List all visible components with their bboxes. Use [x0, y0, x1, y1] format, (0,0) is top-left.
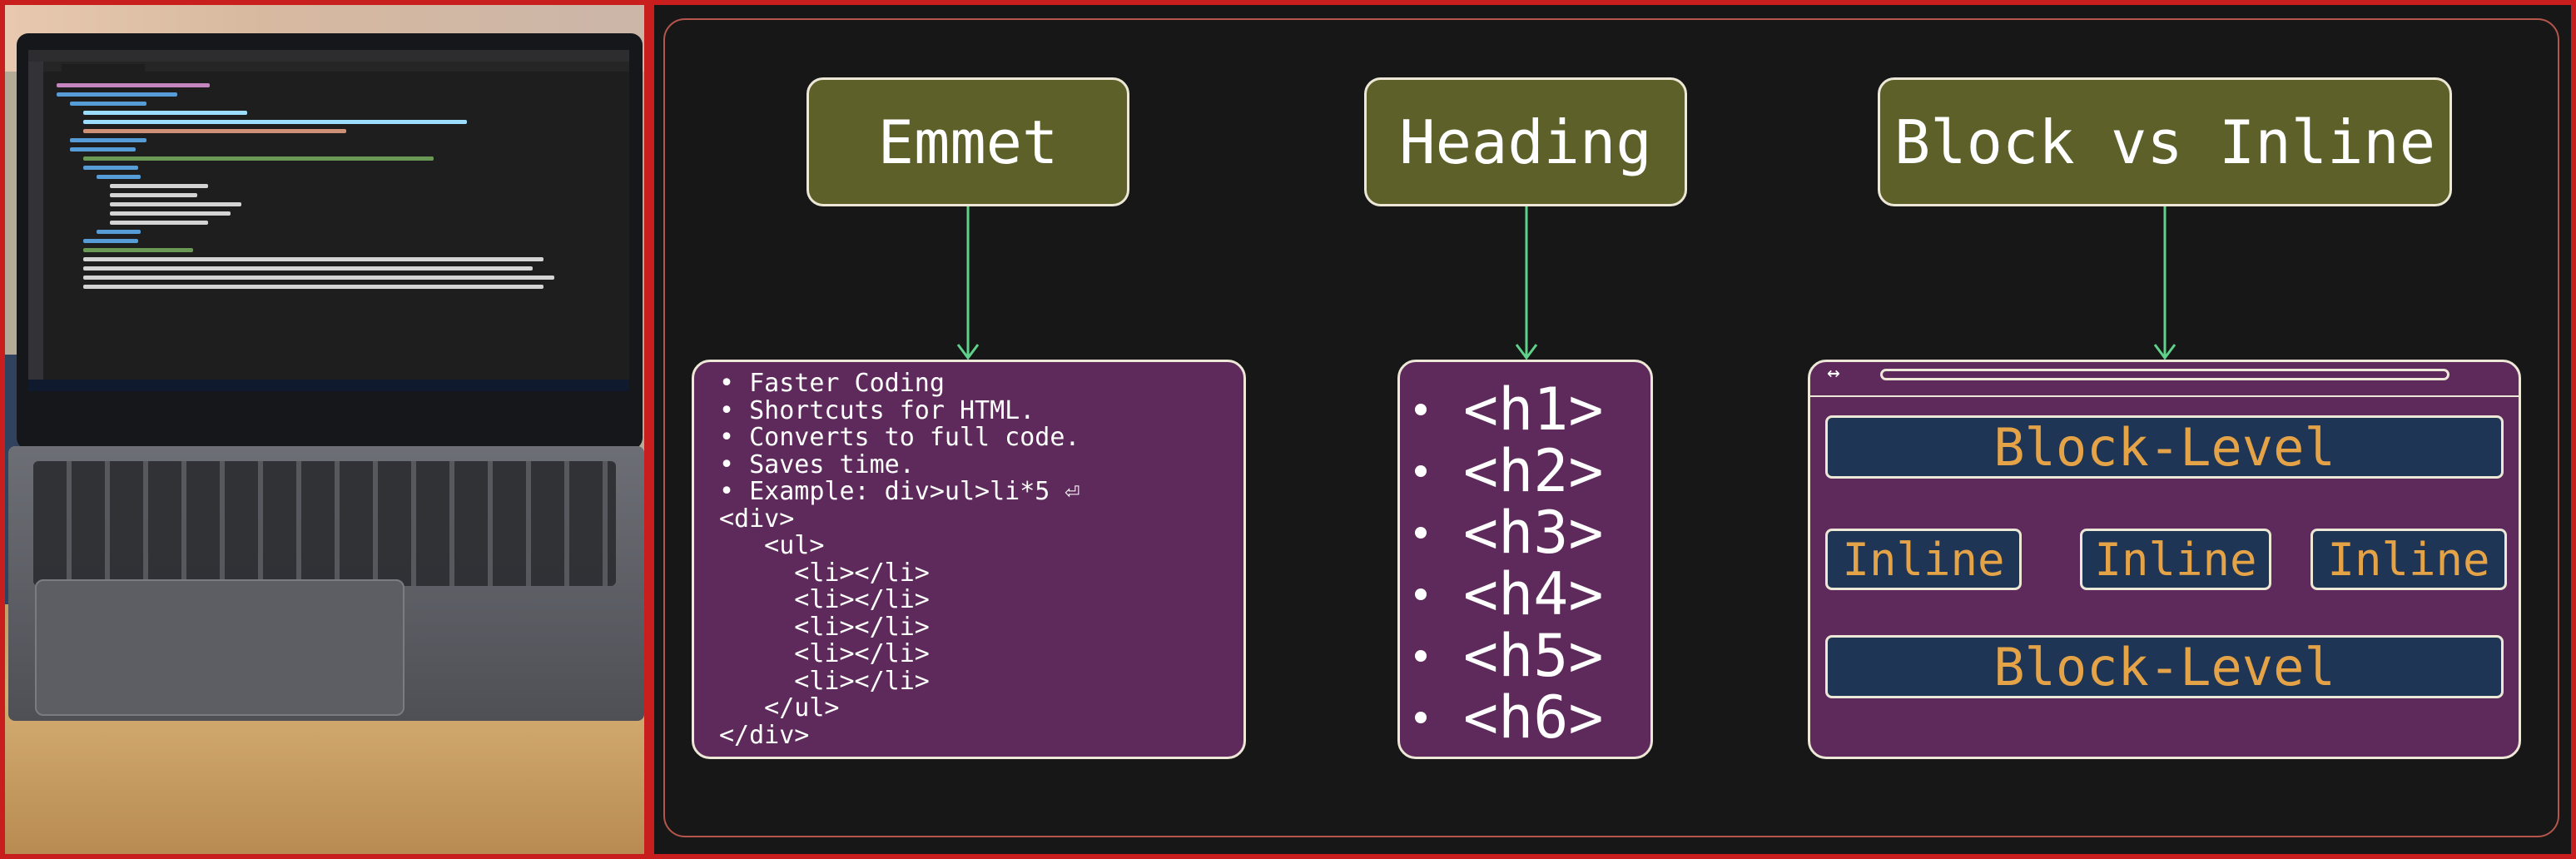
emmet-content-box: • Faster Coding • Shortcuts for HTML. • …	[692, 360, 1246, 759]
heading-title: Heading	[1399, 107, 1652, 177]
bullet-icon	[1415, 712, 1427, 723]
ide-tab-strip	[28, 62, 629, 74]
code-lines	[57, 78, 604, 294]
heading-item-h1: <h1>	[1415, 379, 1604, 440]
address-bar	[1880, 369, 2449, 380]
browser-divider	[1810, 395, 2519, 397]
inline-element-3: Inline	[2310, 529, 2507, 590]
nav-arrows-icon: ↔	[1827, 360, 1840, 385]
heading-item-h2: <h2>	[1415, 440, 1604, 502]
block-inline-title: Block vs Inline	[1894, 107, 2436, 177]
ide-titlebar	[28, 50, 629, 62]
taskbar	[28, 380, 629, 391]
heading-heading-box: Heading	[1364, 77, 1687, 206]
emmet-arrow	[956, 206, 980, 360]
ide-activity-bar	[28, 62, 43, 386]
bullet-icon	[1415, 588, 1427, 600]
heading-content-box: <h1> <h2> <h3> <h4> <h5> <h6>	[1397, 360, 1653, 759]
block-inline-arrow	[2153, 206, 2176, 360]
heading-item-h4: <h4>	[1415, 564, 1604, 625]
bullet-icon	[1415, 650, 1427, 662]
block-level-element-2: Block-Level	[1825, 635, 2504, 698]
inline-element-1: Inline	[1825, 529, 2022, 590]
block-level-element-1: Block-Level	[1825, 415, 2504, 479]
laptop-base	[8, 446, 644, 721]
bullet-icon	[1415, 404, 1427, 415]
ide-tab	[62, 64, 145, 74]
laptop-photo	[5, 5, 644, 854]
keyboard	[33, 461, 616, 586]
inline-element-2: Inline	[2080, 529, 2271, 590]
laptop-screen	[28, 50, 629, 391]
bullet-icon	[1415, 465, 1427, 477]
touchpad	[35, 579, 405, 716]
heading-item-h3: <h3>	[1415, 502, 1604, 564]
bullet-icon	[1415, 527, 1427, 539]
heading-arrow	[1515, 206, 1538, 360]
emmet-notes: • Faster Coding • Shortcuts for HTML. • …	[719, 369, 1080, 750]
emmet-heading-box: Emmet	[807, 77, 1129, 206]
heading-item-h5: <h5>	[1415, 625, 1604, 687]
heading-item-h6: <h6>	[1415, 687, 1604, 748]
block-inline-content-box: ↔ Block-Level Inline Inline Inline Block…	[1808, 360, 2521, 759]
emmet-title: Emmet	[877, 107, 1059, 177]
block-inline-heading-box: Block vs Inline	[1878, 77, 2452, 206]
